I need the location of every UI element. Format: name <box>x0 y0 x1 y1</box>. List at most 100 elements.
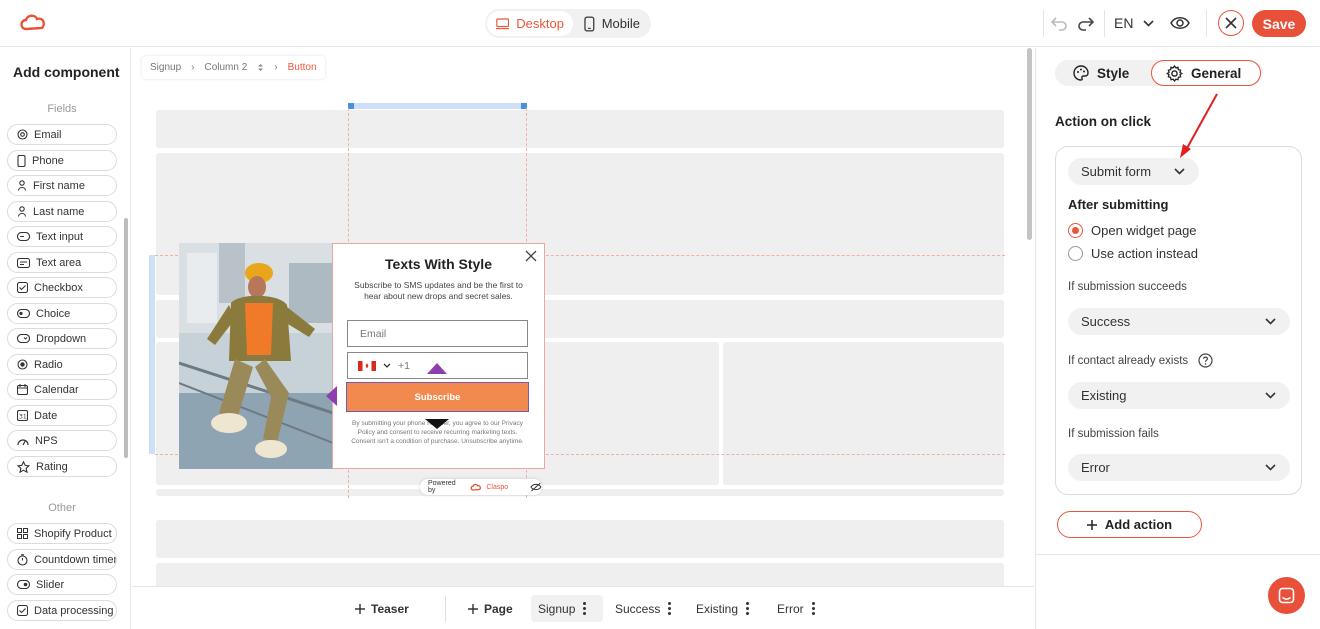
radio-open-widget-page[interactable]: Open widget page <box>1068 223 1197 238</box>
component-shopify-product[interactable]: Shopify Product <box>7 523 117 544</box>
date-icon: 31 <box>17 410 28 421</box>
tab-style[interactable]: Style <box>1073 60 1129 86</box>
star-icon <box>17 460 30 473</box>
add-teaser-button[interactable]: Teaser <box>355 587 409 629</box>
succeeds-label: If submission succeeds <box>1068 281 1187 293</box>
widget-subtitle: Subscribe to SMS updates and be the firs… <box>354 280 523 301</box>
breadcrumb-item[interactable]: Column 2 <box>204 62 247 73</box>
chevron-down-icon <box>1265 464 1276 471</box>
redo-icon[interactable] <box>1077 14 1095 32</box>
canvas-scrollbar[interactable] <box>1027 48 1032 240</box>
component-label: Checkbox <box>34 281 83 294</box>
undo-icon[interactable] <box>1050 14 1068 32</box>
more-vertical-icon[interactable] <box>583 602 587 615</box>
section-label-other: Other <box>48 502 76 514</box>
component-dropdown[interactable]: Dropdown <box>7 328 117 349</box>
add-page-button[interactable]: Page <box>468 587 513 629</box>
component-rating[interactable]: Rating <box>7 456 117 477</box>
claspo-logo[interactable] <box>18 12 48 34</box>
popup-widget-preview[interactable]: Texts With Style Subscribe to SMS update… <box>179 243 545 469</box>
nps-icon <box>17 438 29 445</box>
breadcrumb-item[interactable]: Signup <box>150 62 181 73</box>
section-label-fields: Fields <box>47 103 77 115</box>
component-nps[interactable]: NPS <box>7 430 117 451</box>
save-button[interactable]: Save <box>1252 10 1306 37</box>
component-countdown-timer[interactable]: Countdown timer <box>7 549 117 570</box>
layout-block <box>156 563 1004 586</box>
radio-label: Open widget page <box>1091 223 1197 238</box>
more-vertical-icon[interactable] <box>668 602 672 615</box>
component-date[interactable]: 31 Date <box>7 405 117 426</box>
component-first-name[interactable]: First name <box>7 175 117 196</box>
radio-unselected-icon <box>1068 246 1083 261</box>
eye-off-icon[interactable] <box>530 482 542 492</box>
component-phone[interactable]: Phone <box>7 150 117 171</box>
breadcrumb-item-current: Button <box>287 62 317 73</box>
component-last-name[interactable]: Last name <box>7 201 117 222</box>
resize-handle-icon[interactable] <box>427 363 447 374</box>
device-desktop-button[interactable]: Desktop <box>487 11 573 36</box>
radio-label: Use action instead <box>1091 246 1198 261</box>
component-radio[interactable]: Radio <box>7 354 117 375</box>
after-submitting-label: After submitting <box>1068 197 1169 212</box>
text-input-icon <box>17 232 30 241</box>
resize-handle-icon[interactable] <box>326 386 337 406</box>
close-editor-button[interactable] <box>1218 10 1244 36</box>
component-calendar[interactable]: Calendar <box>7 379 117 400</box>
sort-icon <box>258 64 264 71</box>
component-label: Last name <box>33 205 85 218</box>
preview-eye-icon[interactable] <box>1170 14 1190 32</box>
tab-label: Error <box>777 601 804 616</box>
breadcrumb: Signup › Column 2 › Button <box>142 56 325 79</box>
tab-general[interactable]: General <box>1151 60 1261 86</box>
component-slider[interactable]: Slider <box>7 574 117 595</box>
help-icon[interactable] <box>1198 353 1213 368</box>
tab-existing[interactable]: Existing <box>696 587 750 629</box>
more-vertical-icon[interactable] <box>746 602 750 615</box>
tab-signup[interactable]: Signup <box>538 587 587 629</box>
gear-icon <box>1166 64 1183 82</box>
tab-label: Page <box>484 601 513 616</box>
component-label: Text input <box>36 230 84 243</box>
component-text-area[interactable]: Text area <box>7 252 117 273</box>
plus-icon <box>468 603 478 614</box>
hero-image <box>179 243 333 469</box>
component-text-input[interactable]: Text input <box>7 226 117 247</box>
hero-photo <box>179 243 333 469</box>
add-action-button[interactable]: Add action <box>1057 511 1202 538</box>
tab-style-label: Style <box>1097 65 1130 81</box>
plus-icon <box>1086 519 1097 530</box>
component-email[interactable]: Email <box>7 124 117 145</box>
resize-handle-icon[interactable] <box>425 419 449 429</box>
layout-block <box>723 342 1004 485</box>
component-data-processing[interactable]: Data processing <box>7 600 117 621</box>
more-vertical-icon[interactable] <box>811 602 815 615</box>
fails-select[interactable]: Error <box>1068 454 1290 481</box>
claspo-logo <box>470 483 481 491</box>
component-checkbox[interactable]: Checkbox <box>7 277 117 298</box>
tab-success[interactable]: Success <box>615 587 672 629</box>
language-label: EN <box>1114 15 1134 31</box>
email-field[interactable]: Email <box>347 320 528 347</box>
fails-select-value: Error <box>1081 460 1110 475</box>
succeeds-select[interactable]: Success <box>1068 308 1290 335</box>
component-label: Radio <box>34 358 63 371</box>
timer-icon <box>17 553 28 566</box>
tab-error[interactable]: Error <box>777 587 815 629</box>
add-action-label: Add action <box>1104 517 1173 532</box>
language-selector[interactable]: EN <box>1114 15 1155 31</box>
slider-icon <box>17 580 30 589</box>
subscribe-button[interactable]: Subscribe <box>346 382 529 412</box>
text-area-icon <box>17 257 30 268</box>
editor-canvas[interactable]: Signup › Column 2 › Button Texts With St… <box>132 48 1034 586</box>
component-choice[interactable]: Choice <box>7 303 117 324</box>
svg-text:31: 31 <box>19 414 27 421</box>
succeeds-select-value: Success <box>1081 314 1131 329</box>
device-mobile-button[interactable]: Mobile <box>575 11 649 36</box>
action-select[interactable]: Submit form <box>1068 158 1199 185</box>
exists-select[interactable]: Existing <box>1068 382 1290 409</box>
panel-scrollbar[interactable] <box>124 218 128 458</box>
chat-support-button[interactable] <box>1268 577 1305 614</box>
component-label: Dropdown <box>36 332 87 345</box>
radio-use-action[interactable]: Use action instead <box>1068 246 1198 261</box>
